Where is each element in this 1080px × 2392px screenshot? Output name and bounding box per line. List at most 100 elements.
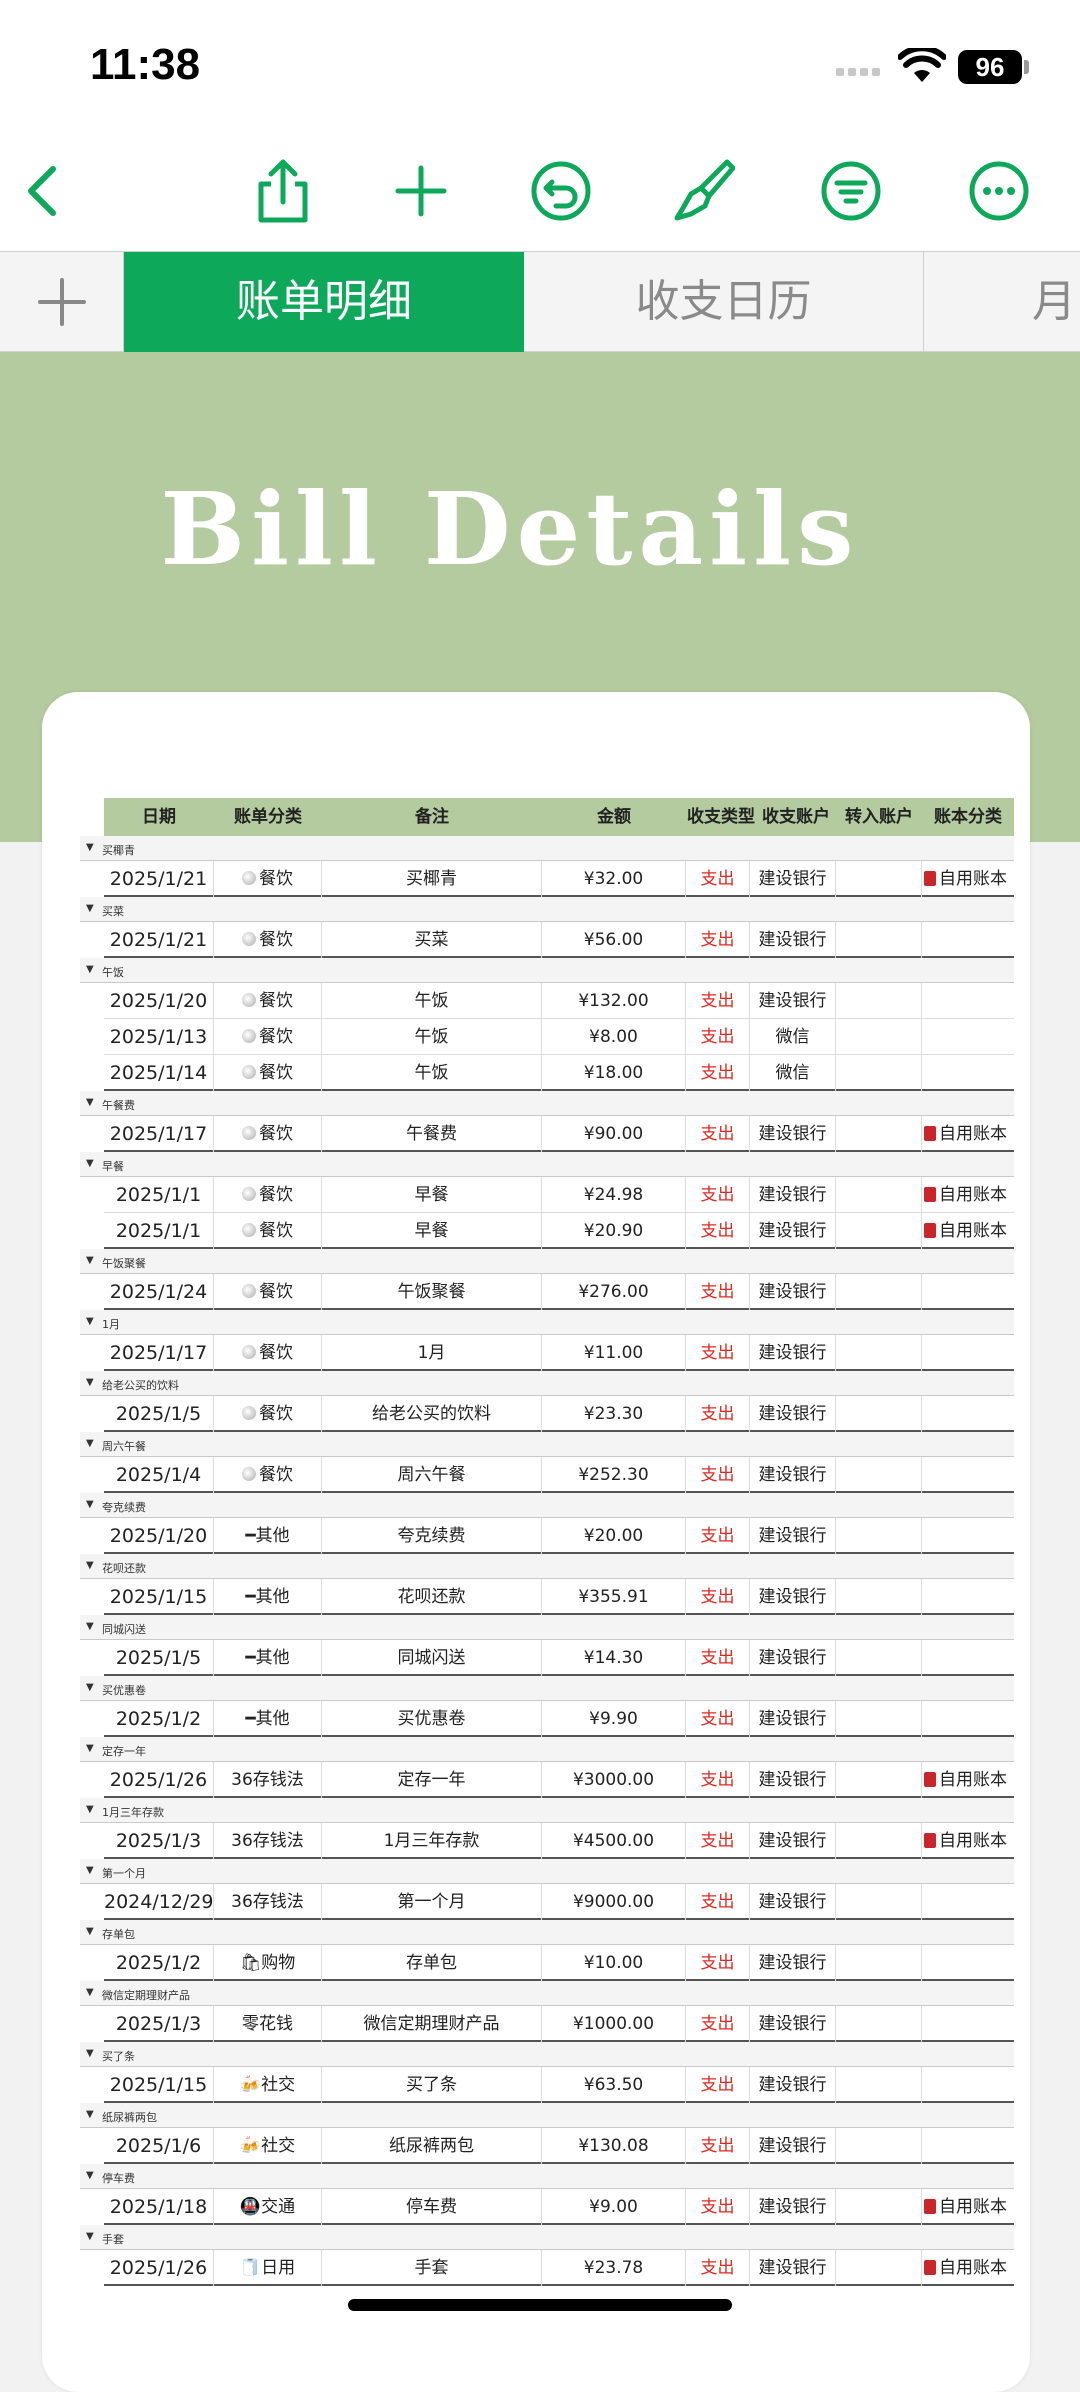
cell-book[interactable] (922, 1055, 1014, 1091)
cell-amount[interactable]: ¥9.00 (542, 2189, 686, 2225)
cell-amount[interactable]: ¥10.00 (542, 1945, 686, 1981)
table-row[interactable]: 2025/1/17 餐饮 午餐费 ¥90.00 支出 建设银行 自用账本 (104, 1116, 1014, 1152)
group-header[interactable]: ▼ 定存一年 (80, 1737, 1014, 1762)
table-row[interactable]: 2025/1/2 🛍购物 存单包 ¥10.00 支出 建设银行 (104, 1945, 1014, 1981)
cell-transfer-in[interactable] (836, 1019, 922, 1055)
cell-date[interactable]: 2025/1/3 (104, 2006, 214, 2042)
cell-book[interactable]: 自用账本 (922, 1116, 1014, 1152)
cell-note[interactable]: 微信定期理财产品 (322, 2006, 542, 2042)
collapse-triangle-icon[interactable]: ▼ (86, 1560, 94, 1571)
collapse-triangle-icon[interactable]: ▼ (86, 1377, 94, 1388)
cell-account[interactable]: 建设银行 (750, 1335, 836, 1371)
collapse-triangle-icon[interactable]: ▼ (86, 1743, 94, 1754)
group-header[interactable]: ▼ 第一个月 (80, 1859, 1014, 1884)
cell-category[interactable]: 餐饮 (214, 861, 322, 897)
cell-amount[interactable]: ¥14.30 (542, 1640, 686, 1676)
header-transfer-in[interactable]: 转入账户 (836, 798, 922, 836)
collapse-triangle-icon[interactable]: ▼ (86, 1682, 94, 1693)
cell-type[interactable]: 支出 (686, 1823, 750, 1859)
cell-category[interactable]: 餐饮 (214, 1396, 322, 1432)
group-header[interactable]: ▼ 午饭 (80, 958, 1014, 983)
collapse-triangle-icon[interactable]: ▼ (86, 1804, 94, 1815)
cell-book[interactable] (922, 2006, 1014, 2042)
cell-account[interactable]: 微信 (750, 1019, 836, 1055)
header-category[interactable]: 账单分类 (214, 798, 322, 836)
table-row[interactable]: 2025/1/17 餐饮 1月 ¥11.00 支出 建设银行 (104, 1335, 1014, 1371)
cell-date[interactable]: 2025/1/15 (104, 1579, 214, 1615)
table-row[interactable]: 2025/1/1 餐饮 早餐 ¥20.90 支出 建设银行 自用账本 (104, 1213, 1014, 1249)
cell-type[interactable]: 支出 (686, 922, 750, 958)
cell-date[interactable]: 2025/1/4 (104, 1457, 214, 1493)
cell-date[interactable]: 2025/1/5 (104, 1640, 214, 1676)
cell-book[interactable] (922, 1335, 1014, 1371)
cell-book[interactable] (922, 1457, 1014, 1493)
cell-account[interactable]: 建设银行 (750, 1945, 836, 1981)
cell-transfer-in[interactable] (836, 1116, 922, 1152)
cell-account[interactable]: 建设银行 (750, 1579, 836, 1615)
cell-note[interactable]: 买优惠卷 (322, 1701, 542, 1737)
cell-date[interactable]: 2025/1/6 (104, 2128, 214, 2164)
cell-transfer-in[interactable] (836, 2006, 922, 2042)
cell-amount[interactable]: ¥20.90 (542, 1213, 686, 1249)
collapse-triangle-icon[interactable]: ▼ (86, 2048, 94, 2059)
collapse-triangle-icon[interactable]: ▼ (86, 1316, 94, 1327)
tab-monthly[interactable]: 月 (924, 252, 1080, 352)
cell-note[interactable]: 给老公买的饮料 (322, 1396, 542, 1432)
cell-book[interactable] (922, 1396, 1014, 1432)
table-row[interactable]: 2025/1/18 🚇交通 停车费 ¥9.00 支出 建设银行 自用账本 (104, 2189, 1014, 2225)
cell-note[interactable]: 午饭聚餐 (322, 1274, 542, 1310)
header-amount[interactable]: 金额 (542, 798, 686, 836)
cell-type[interactable]: 支出 (686, 1945, 750, 1981)
cell-date[interactable]: 2025/1/5 (104, 1396, 214, 1432)
header-note[interactable]: 备注 (322, 798, 542, 836)
cell-type[interactable]: 支出 (686, 1396, 750, 1432)
group-header[interactable]: ▼ 午餐费 (80, 1091, 1014, 1116)
cell-amount[interactable]: ¥11.00 (542, 1335, 686, 1371)
collapse-triangle-icon[interactable]: ▼ (86, 1255, 94, 1266)
cell-category[interactable]: ━其他 (214, 1579, 322, 1615)
cell-transfer-in[interactable] (836, 1762, 922, 1798)
cell-date[interactable]: 2025/1/3 (104, 1823, 214, 1859)
cell-note[interactable]: 买椰青 (322, 861, 542, 897)
cell-account[interactable]: 建设银行 (750, 1701, 836, 1737)
cell-category[interactable]: 🛍购物 (214, 1945, 322, 1981)
collapse-triangle-icon[interactable]: ▼ (86, 1926, 94, 1937)
cell-amount[interactable]: ¥24.98 (542, 1177, 686, 1213)
cell-note[interactable]: 周六午餐 (322, 1457, 542, 1493)
tab-bill-details[interactable]: 账单明细 (124, 252, 524, 352)
collapse-triangle-icon[interactable]: ▼ (86, 1499, 94, 1510)
table-row[interactable]: 2025/1/1 餐饮 早餐 ¥24.98 支出 建设银行 自用账本 (104, 1177, 1014, 1213)
cell-type[interactable]: 支出 (686, 2067, 750, 2103)
cell-amount[interactable]: ¥132.00 (542, 983, 686, 1019)
cell-type[interactable]: 支出 (686, 1177, 750, 1213)
cell-account[interactable]: 建设银行 (750, 2250, 836, 2286)
table-row[interactable]: 2025/1/26 🧻日用 手套 ¥23.78 支出 建设银行 自用账本 (104, 2250, 1014, 2286)
group-header[interactable]: ▼ 买了条 (80, 2042, 1014, 2067)
cell-category[interactable]: 餐饮 (214, 983, 322, 1019)
cell-category[interactable]: 餐饮 (214, 1335, 322, 1371)
cell-account[interactable]: 建设银行 (750, 1396, 836, 1432)
cell-note[interactable]: 夸克续费 (322, 1518, 542, 1554)
cell-date[interactable]: 2025/1/1 (104, 1177, 214, 1213)
cell-category[interactable]: 36存钱法 (214, 1884, 322, 1920)
cell-account[interactable]: 建设银行 (750, 2128, 836, 2164)
cell-transfer-in[interactable] (836, 1823, 922, 1859)
cell-book[interactable] (922, 1884, 1014, 1920)
cell-note[interactable]: 1月 (322, 1335, 542, 1371)
cell-note[interactable]: 花呗还款 (322, 1579, 542, 1615)
group-header[interactable]: ▼ 买菜 (80, 897, 1014, 922)
cell-type[interactable]: 支出 (686, 2128, 750, 2164)
cell-book[interactable] (922, 1701, 1014, 1737)
cell-book[interactable] (922, 1274, 1014, 1310)
cell-date[interactable]: 2025/1/2 (104, 1701, 214, 1737)
cell-type[interactable]: 支出 (686, 1274, 750, 1310)
cell-transfer-in[interactable] (836, 922, 922, 958)
cell-amount[interactable]: ¥23.78 (542, 2250, 686, 2286)
cell-book[interactable]: 自用账本 (922, 1177, 1014, 1213)
group-header[interactable]: ▼ 买优惠卷 (80, 1676, 1014, 1701)
table-row[interactable]: 2025/1/3 零花钱 微信定期理财产品 ¥1000.00 支出 建设银行 (104, 2006, 1014, 2042)
cell-type[interactable]: 支出 (686, 2189, 750, 2225)
cell-date[interactable]: 2025/1/2 (104, 1945, 214, 1981)
cell-type[interactable]: 支出 (686, 2250, 750, 2286)
cell-account[interactable]: 建设银行 (750, 2006, 836, 2042)
